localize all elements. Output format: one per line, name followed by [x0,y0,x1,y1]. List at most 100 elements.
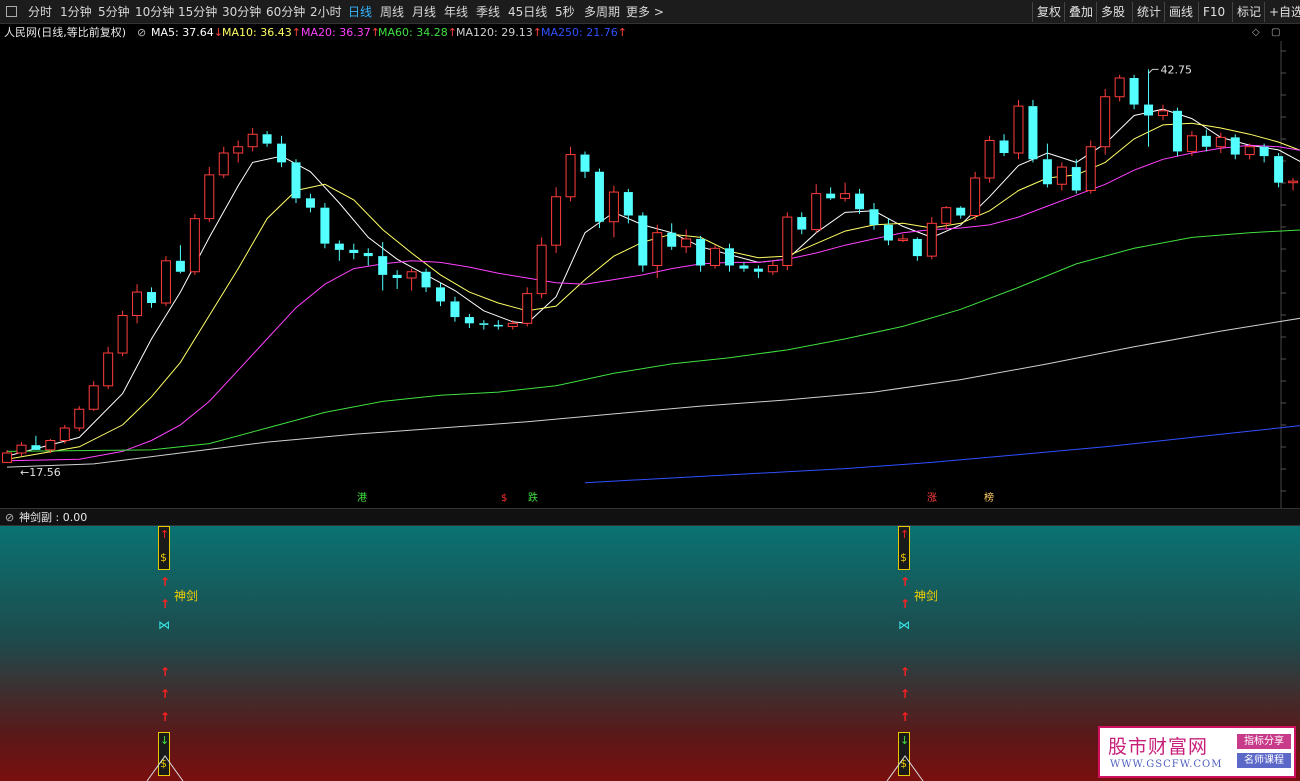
candle-body-up [88,385,99,410]
period-toolbar: 分时 1分钟 5分钟 10分钟 15分钟 30分钟 60分钟 2小时 日线 周线 月线 年线 季线 45日… [0,0,1300,24]
up-arrow-icon: ↑ [160,575,171,589]
diamond-icon[interactable]: ◇ [1252,24,1260,41]
candle-body-up [204,174,215,220]
candle-body-up [1244,146,1255,156]
ma-trend-arrow: ↑ [617,26,627,39]
period-tab[interactable]: 10分钟 [135,4,174,20]
event-tag[interactable]: 涨 [927,493,937,505]
candle-body-up [1056,166,1067,185]
ma-legend-label: MA60: 34.28 [378,26,448,39]
candle-body-down [1129,78,1139,105]
candle-body-up [160,260,171,304]
period-tab[interactable]: 周线 [380,4,404,20]
event-tag[interactable]: 榜 [984,493,994,505]
candle-body-down [1172,110,1182,152]
ma-legend-label: MA5: 37.64 [151,26,214,39]
period-tab[interactable]: 1分钟 [60,4,92,20]
toolbar-button[interactable]: 叠加 [1064,2,1097,22]
menu-icon[interactable] [6,6,17,17]
candle-body-up [941,207,952,224]
ma-legend-item: MA10: 36.43↑ [222,24,301,41]
candle-body-up [1013,105,1024,154]
candle-body-down [378,256,388,275]
collapse-icon[interactable]: ⊘ [5,509,14,527]
candle-body-up [117,315,128,354]
toolbar-button[interactable]: 多股 [1096,2,1129,22]
main-chart[interactable]: 42.75 ←17.56 [0,41,1300,508]
up-arrow-icon: ↑ [160,665,171,679]
candle-body-up [897,238,908,241]
candle-body-down [725,248,734,266]
period-tab[interactable]: 月线 [412,4,436,20]
signal-label: 神剑 [174,589,199,603]
candle-body-up [551,196,562,246]
candle-body-down [464,317,474,324]
signal-column: ↑ $ ↑ ↑ ↑ ↑ ↑ ⋈ ↓ $ [898,526,912,781]
up-arrow-icon: ↑ [900,710,911,724]
candle-body-down [739,265,749,269]
up-arrow-icon: ↑ [900,597,911,611]
period-tab[interactable]: 更多 > [626,4,664,20]
candle-body-down [696,238,706,266]
ma-line-ma120 [6,317,1300,468]
toolbar-button[interactable]: 标记 [1232,2,1265,22]
collapse-toggle-icon[interactable]: ⊘ [137,24,146,41]
candle-body-down [305,198,315,208]
up-arrow-icon: ↑ [160,597,171,611]
candle-body-down [277,143,287,163]
high-price-label: 42.75 [1161,63,1193,76]
up-arrow-icon: ↑ [900,665,911,679]
candle-body-down [956,207,966,216]
event-tag[interactable]: 跌 [528,493,538,505]
event-tag[interactable]: $ [501,493,507,505]
watermark-tag-indicator: 指标分享 [1237,734,1291,749]
candle-body-down [999,140,1009,153]
watermark-title: 股市财富网 [1108,736,1209,758]
candle-body-down [883,224,893,241]
candle-body-up [59,427,70,441]
candle-body-down [392,274,402,278]
candle-body-up [507,322,518,327]
candle-body-down [291,162,301,199]
money-bag-icon: $ [900,551,907,564]
candle-body-up [16,444,27,454]
candle-body-up [1085,146,1096,191]
butterfly-icon: ⋈ [158,618,170,632]
period-tab[interactable]: 年线 [444,4,468,20]
event-tag[interactable]: 港 [357,493,367,505]
down-arrow-icon: ↓ [900,734,910,747]
ma-legend-label: MA20: 36.37 [301,26,371,39]
candle-body-up [1158,110,1168,116]
toolbar-button[interactable]: F10 [1198,2,1229,22]
money-bag-icon: $ [160,551,167,564]
toolbar-button[interactable]: 统计 [1132,2,1165,22]
toolbar-button[interactable]: +自选 [1264,2,1300,22]
period-tab[interactable]: 季线 [476,4,500,20]
candle-body-up [189,218,200,273]
period-tab[interactable]: 5秒 [555,4,575,20]
chart-info-line: 人民网(日线,等比前复权) ⊘ MA5: 37.64↓ MA10: 36.43↑ M… [0,24,1300,41]
ma-legend-label: MA120: 29.13 [456,26,533,39]
period-tab[interactable]: 15分钟 [178,4,217,20]
ma-legend-label: MA250: 21.76 [541,26,618,39]
candle-body-down [638,215,648,266]
period-tab[interactable]: 5分钟 [98,4,130,20]
period-tab[interactable]: 日线 [348,4,372,20]
period-tab[interactable]: 2小时 [310,4,342,20]
candle-body-down [349,249,359,253]
period-tab[interactable]: 45日线 [508,4,547,20]
candle-body-down [1230,137,1240,155]
toolbar-button[interactable]: 画线 [1164,2,1197,22]
ma-line-ma250 [584,425,1300,484]
signal-column: ↑ $ ↑ ↑ ↑ ↑ ↑ ⋈ ↓ $ [158,526,172,781]
period-tab[interactable]: 多周期 [584,4,620,20]
ma-legend-item: MA5: 37.64↓ [151,24,223,41]
candle-body-up [767,265,778,273]
window-box-icon[interactable]: ▢ [1271,24,1280,41]
signal-box-top: ↑ $ [898,526,910,570]
period-tab[interactable]: 30分钟 [222,4,261,20]
toolbar-button[interactable]: 复权 [1032,2,1065,22]
period-tab[interactable]: 60分钟 [266,4,305,20]
candle-body-up [970,177,981,216]
period-tab[interactable]: 分时 [28,4,52,20]
